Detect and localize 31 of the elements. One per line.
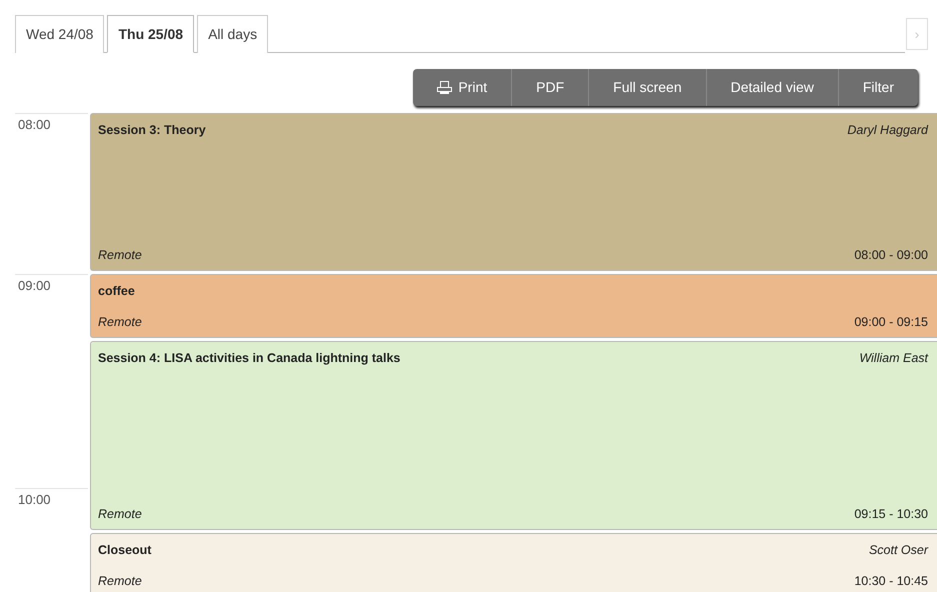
event-block[interactable]: Session 3: Theory Daryl Haggard Remote 08:00 - 09:00	[90, 113, 937, 271]
day-tab[interactable]: All days	[197, 15, 268, 53]
event-block[interactable]: Session 4: LISA activities in Canada lightning talks William East Remote 09:15 - 10:30	[90, 340, 937, 530]
day-tab[interactable]: Wed 24/08	[15, 15, 104, 53]
printer-icon	[437, 81, 452, 94]
event-title: Session 4: LISA activities in Canada lightning talks	[98, 350, 400, 367]
event-block[interactable]: Closeout Scott Oser Remote 10:30 - 10:45	[90, 533, 937, 592]
event-title: Closeout	[98, 542, 152, 559]
event-location: Remote	[98, 247, 142, 264]
speaker-name: William East	[859, 350, 928, 366]
day-tab[interactable]: Thu 25/08	[107, 15, 194, 53]
event-time: 09:00 - 09:15	[854, 314, 928, 331]
event-location: Remote	[98, 572, 142, 590]
event-block[interactable]: coffee Remote 09:00 - 09:15	[90, 274, 937, 338]
print-button[interactable]: Print	[413, 69, 512, 106]
hour-label: 10:00	[15, 488, 88, 510]
event-location: Remote	[98, 314, 142, 331]
hour-label: 09:00	[15, 274, 88, 296]
toolbar-button[interactable]: Full screen	[588, 69, 706, 106]
speaker-name: Daryl Haggard	[847, 122, 928, 139]
event-location: Remote	[98, 506, 142, 524]
toolbar-button[interactable]: Filter	[838, 69, 918, 106]
event-title: Session 3: Theory	[98, 122, 206, 139]
event-time: 09:15 - 10:30	[854, 506, 928, 524]
speaker-name: Scott Oser	[868, 542, 928, 559]
toolbar-button[interactable]: Detailed view	[706, 69, 838, 106]
event-time: 08:00 - 09:00	[854, 247, 928, 264]
toolbar-button[interactable]: PDF	[511, 69, 588, 106]
event-title: coffee	[98, 283, 135, 300]
event-time: 10:30 - 10:45	[854, 572, 928, 590]
hour-label: 08:00	[15, 113, 88, 134]
